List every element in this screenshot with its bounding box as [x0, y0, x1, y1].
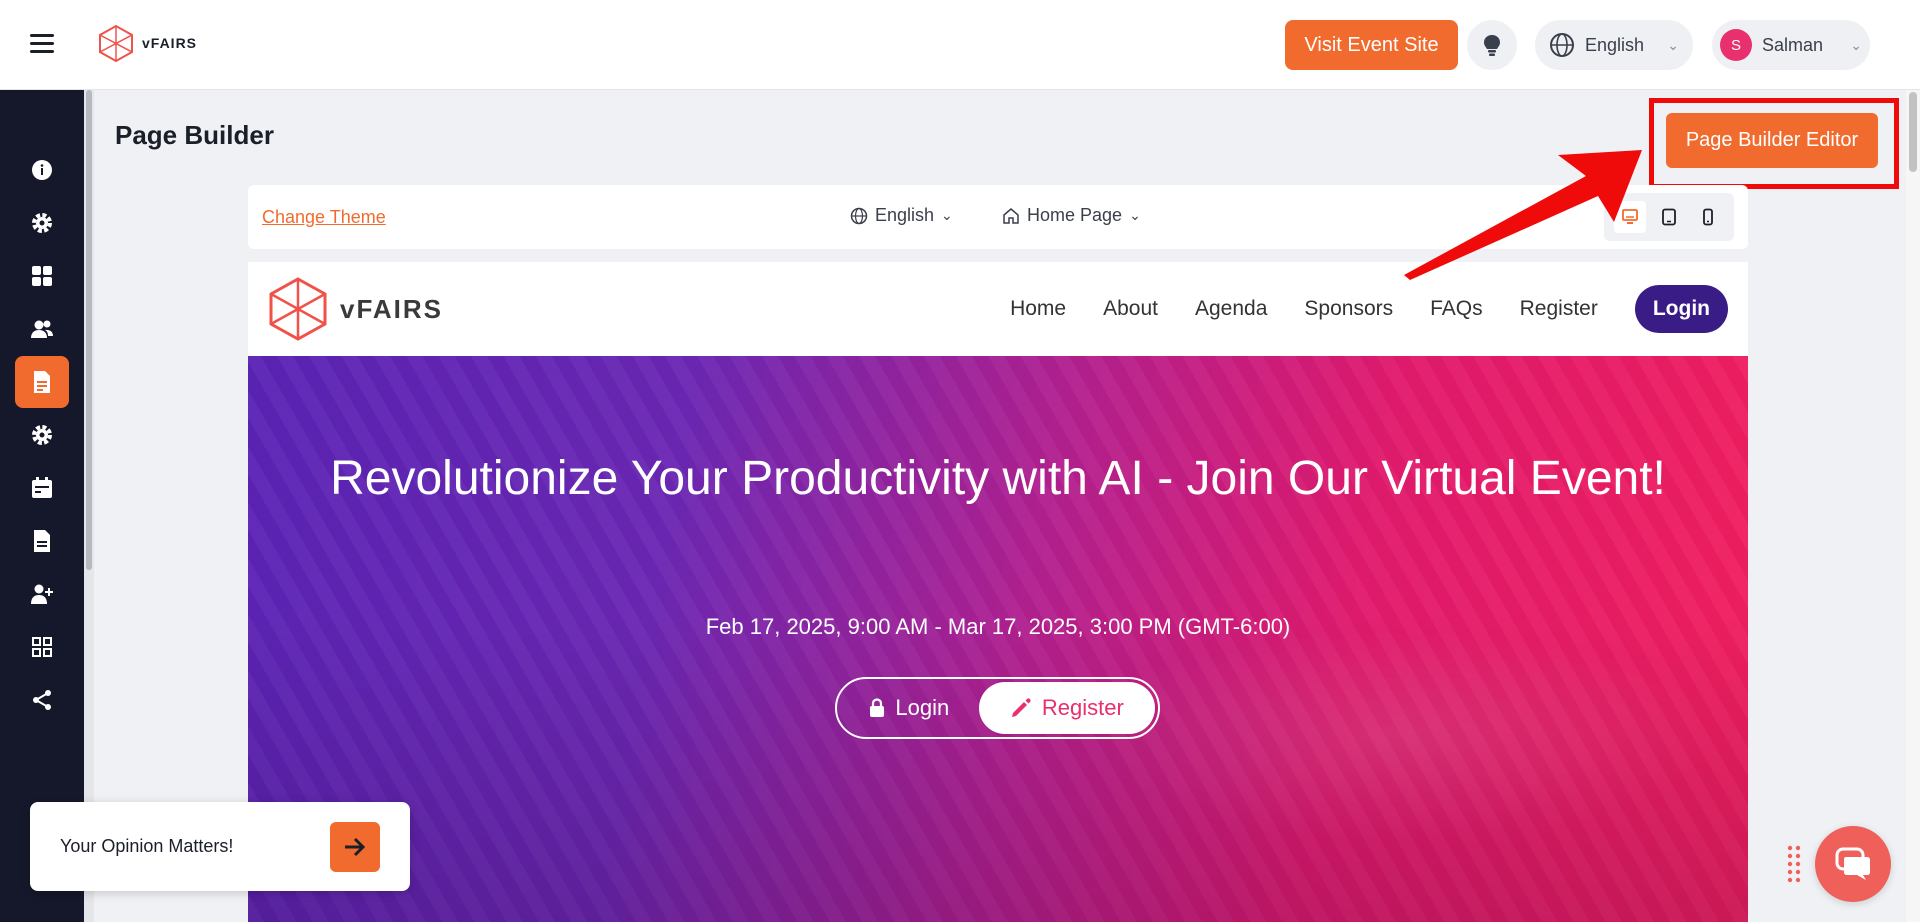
hero-cta-group: Login Register	[835, 677, 1160, 739]
preview-nav-faqs[interactable]: FAQs	[1430, 297, 1483, 321]
brand-name: vFAIRS	[142, 35, 198, 51]
preview-nav-agenda[interactable]: Agenda	[1195, 297, 1267, 321]
sidebar-item-share[interactable]	[15, 674, 69, 726]
preview-nav-register[interactable]: Register	[1520, 297, 1598, 321]
hero-login-button[interactable]: Login	[840, 682, 979, 734]
lightbulb-button[interactable]	[1467, 20, 1517, 70]
chevron-down-icon: ⌄	[941, 207, 953, 223]
visit-event-site-button[interactable]: Visit Event Site	[1285, 20, 1458, 70]
opinion-text: Your Opinion Matters!	[60, 836, 234, 856]
opinion-go-button[interactable]	[330, 822, 380, 872]
sidebar-item-dashboard[interactable]	[15, 250, 69, 302]
builder-toolbar: Change Theme English ⌄ Home Page ⌄	[248, 185, 1748, 249]
language-label: English	[1585, 34, 1645, 55]
hero-register-label: Register	[1041, 695, 1124, 720]
tablet-icon	[1662, 208, 1676, 226]
globe-icon	[1550, 33, 1574, 57]
hero-shade	[248, 616, 1748, 922]
sidebar-scroll-thumb[interactable]	[86, 90, 92, 570]
page-selector-label: Home Page	[1027, 205, 1123, 225]
highlight-box	[1649, 98, 1899, 189]
device-toggle	[1604, 193, 1734, 241]
arrow-right-icon	[345, 837, 366, 857]
sidebar-scrollbar[interactable]	[84, 90, 94, 922]
calendar-icon	[32, 477, 52, 498]
user-menu[interactable]: S Salman ⌄	[1712, 20, 1870, 70]
drag-handle-icon[interactable]	[1786, 844, 1802, 884]
chevron-down-icon: ⌄	[1667, 36, 1679, 53]
avatar: S	[1720, 29, 1752, 61]
chat-button[interactable]	[1815, 826, 1891, 902]
sidebar-item-configuration[interactable]	[15, 409, 69, 461]
apps-icon	[32, 637, 52, 657]
users-icon	[31, 320, 53, 338]
sidebar	[0, 90, 84, 922]
chevron-down-icon: ⌄	[1850, 36, 1862, 53]
gear-icon	[32, 213, 52, 233]
page-scroll-thumb[interactable]	[1909, 92, 1917, 172]
mobile-view-button[interactable]	[1692, 201, 1724, 233]
desktop-view-button[interactable]	[1613, 201, 1646, 233]
brand-logo[interactable]: vFAIRS	[98, 24, 197, 62]
hero-date: Feb 17, 2025, 9:00 AM - Mar 17, 2025, 3:…	[705, 614, 1291, 639]
sidebar-item-users[interactable]	[15, 303, 69, 355]
menu-icon[interactable]	[30, 34, 54, 54]
preview-nav-sponsors[interactable]: Sponsors	[1304, 297, 1393, 321]
gear-icon	[32, 425, 52, 445]
preview-nav-home[interactable]: Home	[1010, 297, 1066, 321]
hero-title: Revolutionize Your Productivity with AI …	[330, 452, 1666, 505]
page-scrollbar[interactable]	[1906, 90, 1920, 922]
vfairs-logo-icon	[269, 277, 327, 341]
sidebar-item-agenda[interactable]	[15, 462, 69, 514]
change-theme-link[interactable]: Change Theme	[262, 207, 386, 228]
preview-nav-about[interactable]: About	[1103, 297, 1158, 321]
chat-icon	[1835, 847, 1870, 880]
preview-logo: vFAIRS	[268, 276, 443, 342]
preview-language-label: English	[875, 205, 935, 225]
chevron-down-icon: ⌄	[1129, 207, 1141, 223]
preview-nav-login-button[interactable]: Login	[1634, 285, 1728, 333]
desktop-icon	[1621, 209, 1638, 224]
page-selector[interactable]: Home Page ⌄	[1002, 205, 1141, 226]
sidebar-item-apps[interactable]	[15, 621, 69, 673]
lock-icon	[870, 698, 885, 717]
sidebar-item-pages[interactable]	[15, 356, 69, 408]
hero-login-label: Login	[895, 695, 950, 720]
preview-hero: Revolutionize Your Productivity with AI …	[248, 356, 1748, 922]
page-title: Page Builder	[115, 120, 274, 150]
share-icon	[33, 690, 51, 710]
vfairs-logo-icon	[99, 24, 133, 62]
top-bar: vFAIRS Visit Event Site English ⌄ S Salm…	[0, 0, 1920, 90]
preview-nav-links: Home About Agenda Sponsors FAQs Register…	[1010, 285, 1728, 333]
user-name: Salman	[1762, 34, 1824, 55]
lightbulb-icon	[1484, 35, 1500, 56]
sidebar-item-documents[interactable]	[15, 515, 69, 567]
preview-site-header: vFAIRS Home About Agenda Sponsors FAQs R…	[248, 262, 1748, 356]
document-icon	[34, 530, 50, 552]
sidebar-item-add-user[interactable]	[15, 568, 69, 620]
preview-language-selector[interactable]: English ⌄	[850, 205, 953, 226]
page-icon	[34, 371, 50, 393]
opinion-popup: Your Opinion Matters!	[30, 802, 410, 891]
grid-icon	[32, 266, 52, 286]
hero-register-button[interactable]: Register	[978, 682, 1155, 734]
sidebar-item-info[interactable]	[15, 144, 69, 196]
add-user-icon	[31, 584, 53, 604]
language-selector[interactable]: English ⌄	[1535, 20, 1693, 70]
sidebar-item-settings[interactable]	[15, 197, 69, 249]
pencil-icon	[1011, 698, 1031, 717]
preview-logo-text: vFAIRS	[340, 293, 444, 324]
globe-icon	[850, 207, 868, 224]
tablet-view-button[interactable]	[1653, 201, 1685, 233]
mobile-icon	[1703, 208, 1714, 226]
home-icon	[1003, 207, 1019, 224]
info-icon	[32, 160, 52, 180]
